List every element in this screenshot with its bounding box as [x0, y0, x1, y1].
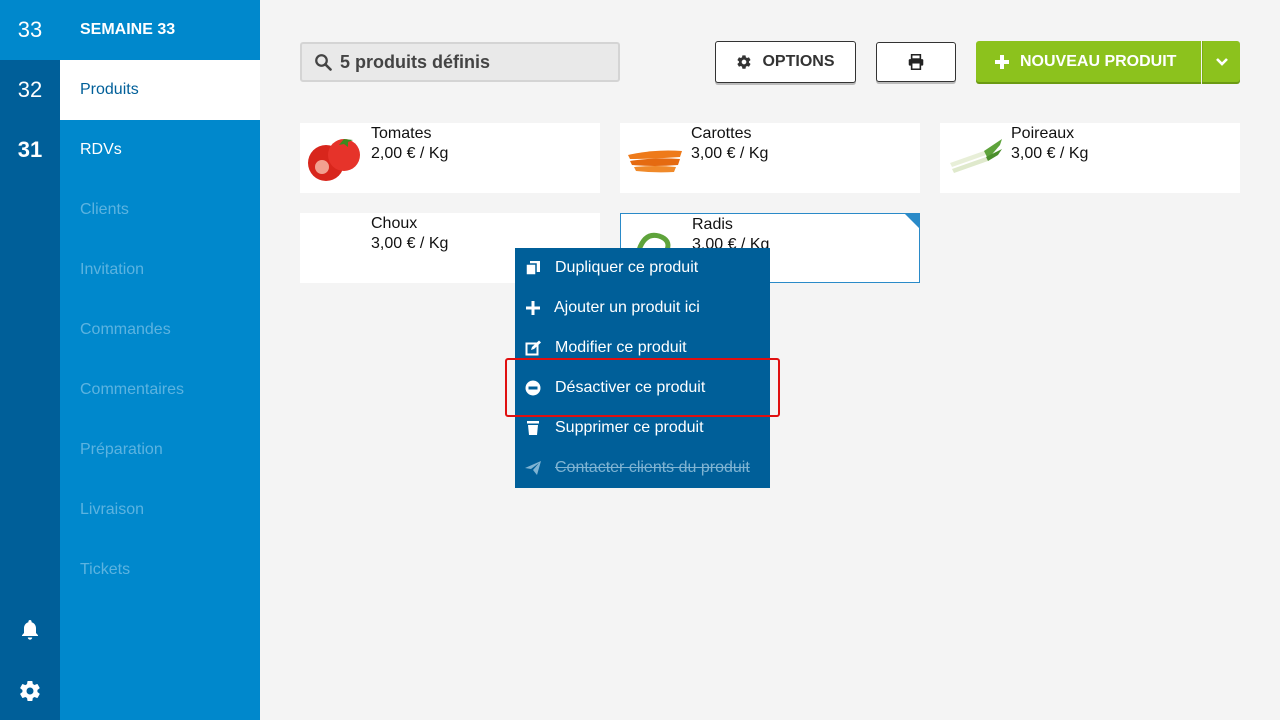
product-name: Radis	[692, 216, 733, 233]
product-price: 3,00 € / Kg	[371, 235, 449, 252]
week-rail: 33 32 31	[0, 0, 60, 720]
menu-item-label: Contacter clients du produit	[555, 459, 750, 476]
menu-item-edit[interactable]: Modifier ce produit	[515, 328, 770, 368]
product-card-poireaux[interactable]: Poireaux 3,00 € / Kg	[940, 123, 1240, 193]
product-name: Carottes	[691, 125, 752, 142]
product-card-tomates[interactable]: Tomates 2,00 € / Kg	[300, 123, 600, 193]
product-name: Poireaux	[1011, 125, 1075, 142]
search-icon	[315, 54, 332, 71]
plus-icon	[526, 301, 540, 315]
new-product-button[interactable]: NOUVEAU PRODUIT	[976, 41, 1201, 82]
product-name: Choux	[371, 215, 418, 232]
sidebar-item-commentaires[interactable]: Commentaires	[60, 360, 260, 420]
week-32[interactable]: 32	[0, 60, 60, 120]
menu-item-duplicate[interactable]: Dupliquer ce produit	[515, 248, 770, 288]
chevron-down-icon	[1215, 57, 1228, 66]
carrot-image	[628, 150, 682, 173]
sidebar-item-tickets[interactable]: Tickets	[60, 540, 260, 600]
context-menu: Dupliquer ce produit Ajouter un produit …	[515, 248, 770, 488]
leek-image	[950, 139, 1002, 173]
menu-item-deactivate[interactable]: Désactiver ce produit	[515, 368, 770, 408]
product-price: 3,00 € / Kg	[1011, 145, 1089, 162]
print-icon	[908, 54, 924, 70]
selected-corner-marker	[905, 214, 919, 228]
search-box[interactable]: 5 produits définis	[300, 42, 620, 82]
new-product-label: NOUVEAU PRODUIT	[1020, 52, 1177, 70]
edit-icon	[525, 340, 541, 356]
week-title: SEMAINE 33	[60, 0, 260, 60]
week-31[interactable]: 31	[0, 120, 60, 180]
menu-item-label: Modifier ce produit	[555, 339, 687, 356]
sidebar-item-commandes[interactable]: Commandes	[60, 300, 260, 360]
product-name: Tomates	[371, 125, 432, 142]
copy-icon	[525, 261, 540, 276]
search-text: 5 produits définis	[340, 51, 491, 72]
options-label: OPTIONS	[762, 53, 835, 70]
gear-icon[interactable]	[18, 679, 42, 703]
week-33[interactable]: 33	[0, 0, 60, 60]
sidebar-item-produits[interactable]: Produits	[60, 60, 260, 120]
sidebar-item-preparation[interactable]: Préparation	[60, 420, 260, 480]
menu-item-label: Supprimer ce produit	[555, 419, 704, 436]
sidebar-item-invitation[interactable]: Invitation	[60, 240, 260, 300]
menu-item-contact-clients: Contacter clients du produit	[515, 448, 770, 488]
menu-item-label: Dupliquer ce produit	[555, 259, 699, 276]
menu-item-label: Ajouter un produit ici	[554, 299, 700, 316]
menu-item-label: Désactiver ce produit	[555, 379, 706, 396]
trash-icon	[527, 421, 539, 435]
minus-circle-icon	[525, 380, 541, 396]
tomato-image	[308, 139, 360, 181]
sidebar-item-livraison[interactable]: Livraison	[60, 480, 260, 540]
bell-icon[interactable]	[18, 618, 42, 642]
send-icon	[525, 461, 541, 475]
menu-item-add-here[interactable]: Ajouter un produit ici	[515, 288, 770, 328]
product-card-carottes[interactable]: Carottes 3,00 € / Kg	[620, 123, 920, 193]
product-price: 2,00 € / Kg	[371, 145, 449, 162]
sidebar-nav: SEMAINE 33 Produits RDVs Clients Invitat…	[60, 0, 260, 720]
product-price: 3,00 € / Kg	[691, 145, 769, 162]
plus-icon	[995, 54, 1009, 69]
options-button[interactable]: OPTIONS	[715, 41, 856, 83]
menu-item-delete[interactable]: Supprimer ce produit	[515, 408, 770, 448]
gear-icon	[737, 55, 751, 69]
new-product-dropdown[interactable]	[1202, 41, 1240, 82]
sidebar-item-rdvs[interactable]: RDVs	[60, 120, 260, 180]
print-button[interactable]	[876, 42, 956, 82]
sidebar-item-clients[interactable]: Clients	[60, 180, 260, 240]
